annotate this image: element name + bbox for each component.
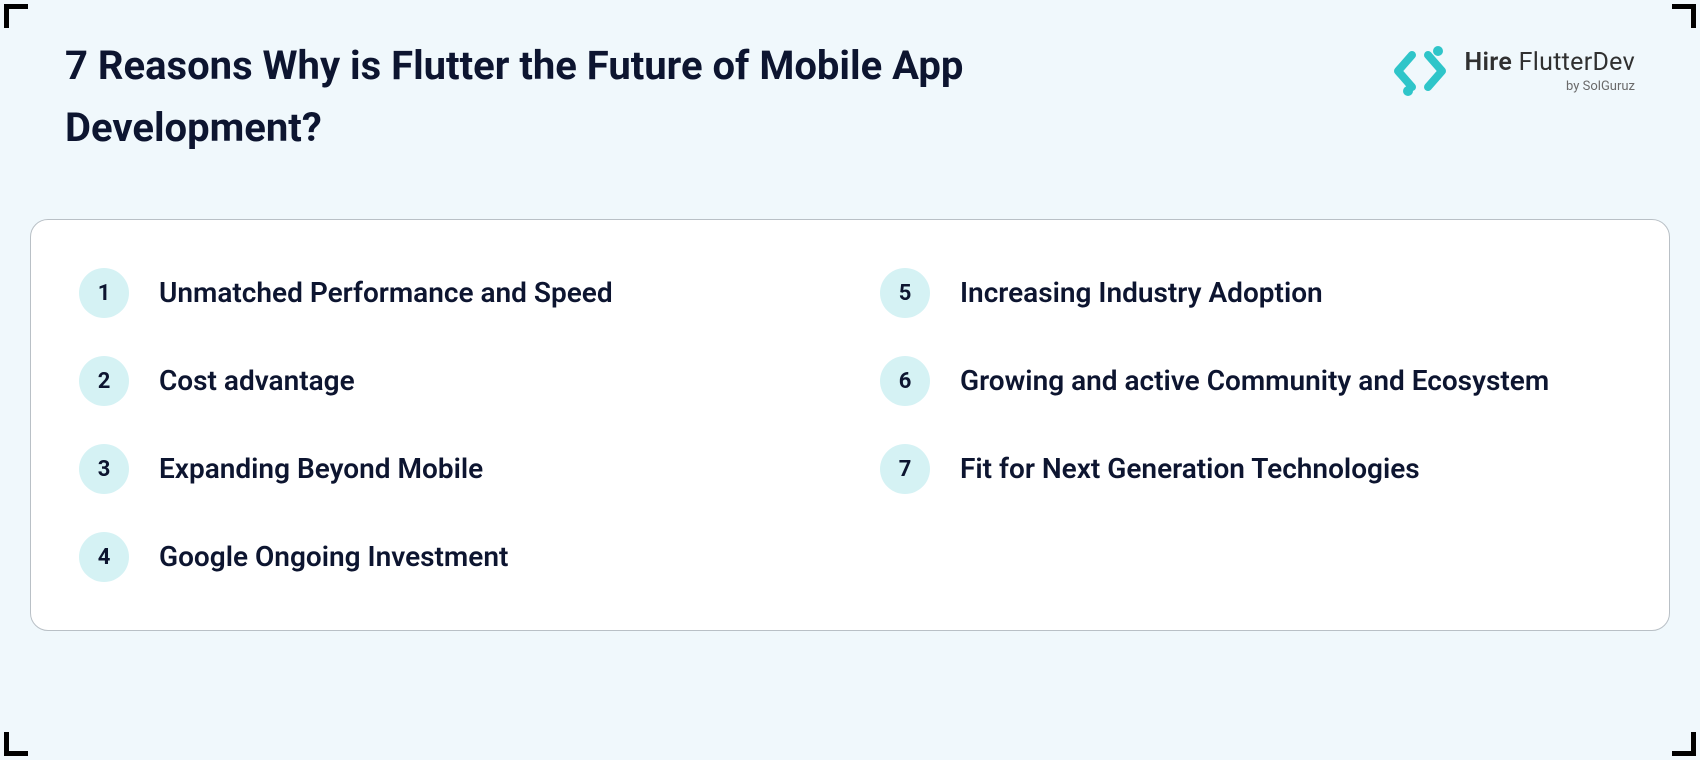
brand-name: Hire FlutterDev [1464, 48, 1635, 77]
reasons-card: 1 Unmatched Performance and Speed 2 Cost… [30, 219, 1670, 631]
number-badge: 3 [79, 444, 129, 494]
crop-mark-icon [4, 732, 28, 756]
list-item-label: Cost advantage [159, 362, 355, 400]
list-item: 7 Fit for Next Generation Technologies [880, 444, 1621, 494]
number-badge: 5 [880, 268, 930, 318]
reasons-column-right: 5 Increasing Industry Adoption 6 Growing… [880, 268, 1621, 582]
page-title: 7 Reasons Why is Flutter the Future of M… [65, 35, 985, 159]
list-item: 5 Increasing Industry Adoption [880, 268, 1621, 318]
number-badge: 6 [880, 356, 930, 406]
number-badge: 4 [79, 532, 129, 582]
number-badge: 7 [880, 444, 930, 494]
list-item-label: Growing and active Community and Ecosyst… [960, 362, 1549, 400]
list-item: 1 Unmatched Performance and Speed [79, 268, 820, 318]
brand-name-rest: FlutterDev [1512, 48, 1635, 77]
list-item: 2 Cost advantage [79, 356, 820, 406]
brand-logo: Hire FlutterDev by SolGuruz [1394, 35, 1635, 97]
brand-text-wrap: Hire FlutterDev by SolGuruz [1464, 48, 1635, 94]
header: 7 Reasons Why is Flutter the Future of M… [30, 20, 1670, 159]
reasons-column-left: 1 Unmatched Performance and Speed 2 Cost… [79, 268, 820, 582]
code-arrows-icon [1394, 45, 1452, 97]
list-item: 3 Expanding Beyond Mobile [79, 444, 820, 494]
list-item-label: Fit for Next Generation Technologies [960, 450, 1420, 488]
crop-mark-icon [1672, 732, 1696, 756]
brand-name-bold: Hire [1464, 48, 1512, 77]
list-item-label: Expanding Beyond Mobile [159, 450, 483, 488]
list-item: 6 Growing and active Community and Ecosy… [880, 356, 1621, 406]
list-item-label: Increasing Industry Adoption [960, 274, 1323, 312]
crop-mark-icon [1672, 4, 1696, 28]
list-item: 4 Google Ongoing Investment [79, 532, 820, 582]
list-item-label: Unmatched Performance and Speed [159, 274, 613, 312]
crop-mark-icon [4, 4, 28, 28]
number-badge: 2 [79, 356, 129, 406]
number-badge: 1 [79, 268, 129, 318]
list-item-label: Google Ongoing Investment [159, 538, 508, 576]
brand-subtext: by SolGuruz [1566, 79, 1635, 94]
